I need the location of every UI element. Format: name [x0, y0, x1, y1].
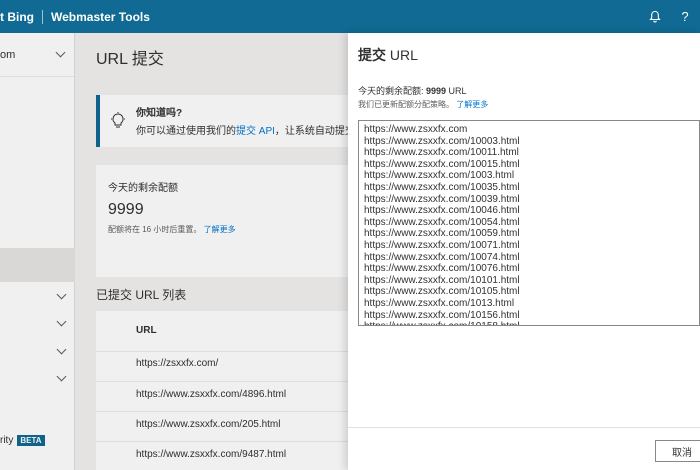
panel-footer-divider [348, 427, 700, 428]
brand-webmaster-tools: Webmaster Tools [51, 9, 150, 24]
url-input[interactable]: https://www.zsxxfx.com https://www.zsxxf… [358, 120, 700, 326]
modal-overlay[interactable] [0, 33, 348, 470]
learn-more-link[interactable]: 了解更多 [456, 100, 488, 109]
brand-bing: t Bing [0, 9, 43, 24]
top-bar: t Bing Webmaster Tools ? [0, 0, 700, 33]
bell-icon[interactable] [640, 0, 670, 33]
cancel-button[interactable]: 取消 [655, 440, 700, 462]
quota-policy-note: 我们已更新配额分配策略。 了解更多 [358, 100, 489, 109]
panel-title: 提交 URL [358, 47, 418, 63]
panel-quota: 今天的剩余配额: 9999 URL [358, 86, 467, 96]
submit-url-panel: 提交 URL 今天的剩余配额: 9999 URL 我们已更新配额分配策略。 了解… [348, 33, 700, 470]
brand[interactable]: t Bing Webmaster Tools [0, 0, 150, 33]
help-icon[interactable]: ? [670, 0, 700, 33]
